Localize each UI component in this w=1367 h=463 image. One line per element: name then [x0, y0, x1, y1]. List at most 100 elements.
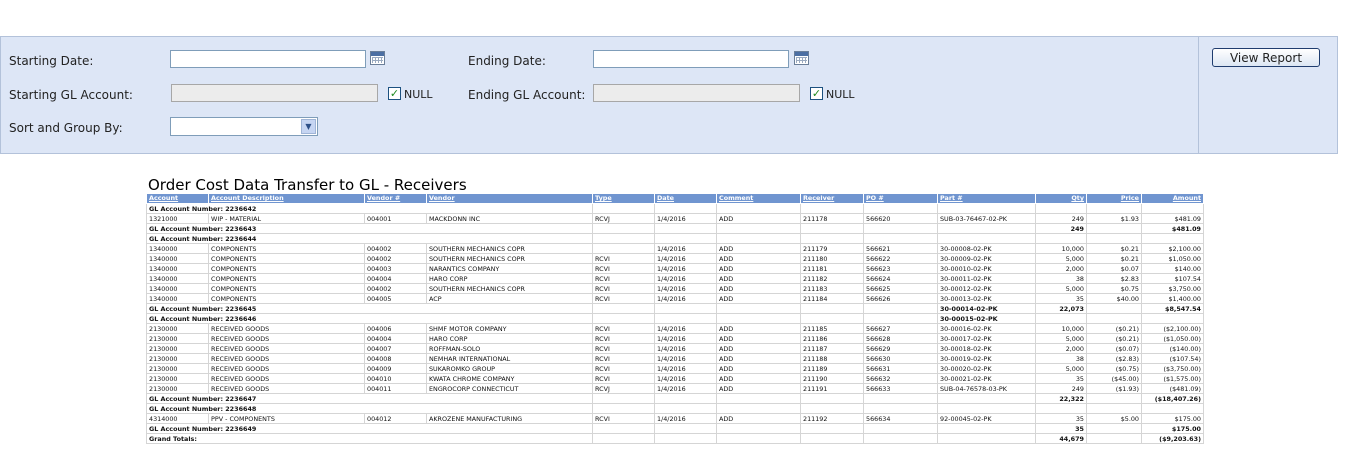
table-cell: 30-00020-02-PK: [937, 363, 1036, 374]
table-cell: 38: [1035, 353, 1087, 364]
table-cell: 2130000: [146, 373, 209, 384]
table-cell: 1/4/2016: [654, 273, 717, 284]
table-cell: ADD: [716, 263, 801, 274]
table-cell: RCVI: [592, 343, 655, 354]
ending-gl-account-label: Ending GL Account:: [468, 88, 586, 102]
chevron-down-icon[interactable]: ▼: [301, 119, 316, 134]
empty-cell: [863, 303, 938, 314]
table-cell: $0.21: [1086, 253, 1142, 264]
empty-cell: [654, 303, 717, 314]
empty-cell: [1086, 303, 1142, 314]
table-cell: RCVI: [592, 413, 655, 424]
column-header[interactable]: PO #: [863, 193, 938, 204]
table-cell: 004002: [364, 243, 427, 254]
view-report-button[interactable]: View Report: [1212, 48, 1320, 67]
subtotal-qty: 44,679: [1035, 433, 1087, 444]
report-body: GL Account Number: 2236642 1321000 WIP - M…: [146, 203, 1204, 444]
column-header[interactable]: Price: [1086, 193, 1142, 204]
table-cell: 1/4/2016: [654, 213, 717, 224]
table-cell: RCVI: [592, 273, 655, 284]
column-header[interactable]: Receiver: [800, 193, 864, 204]
ending-date-calendar-icon[interactable]: [794, 51, 809, 65]
empty-cell: [800, 313, 864, 324]
table-cell: ENGROCORP CONNECTICUT: [426, 383, 593, 394]
table-cell: 5,000: [1035, 253, 1087, 264]
column-header[interactable]: Vendor #: [364, 193, 427, 204]
table-cell: 004008: [364, 353, 427, 364]
table-cell: 566625: [863, 283, 938, 294]
table-cell: WIP - MATERIAL: [208, 213, 365, 224]
table-cell: $1,400.00: [1141, 293, 1204, 304]
column-header[interactable]: Account: [146, 193, 209, 204]
table-cell: 1340000: [146, 283, 209, 294]
table-cell: COMPONENTS: [208, 283, 365, 294]
subtotal-label: GL Account Number: 2236645: [146, 303, 593, 314]
table-row: 1340000 COMPONENTS 004002 SOUTHERN MECHANIC…: [146, 243, 1204, 254]
column-header[interactable]: Date: [654, 193, 717, 204]
table-cell: RECEIVED GOODS: [208, 373, 365, 384]
table-cell: RCVI: [592, 253, 655, 264]
table-cell: ADD: [716, 213, 801, 224]
starting-gl-account-input[interactable]: [171, 84, 378, 102]
ending-gl-null-checkbox[interactable]: ✓: [810, 87, 823, 100]
table-cell: 566631: [863, 363, 938, 374]
table-cell: COMPONENTS: [208, 293, 365, 304]
ending-gl-null-label: NULL: [826, 88, 855, 101]
subtotal-amount: $175.00: [1141, 423, 1204, 434]
table-cell: ($0.75): [1086, 363, 1142, 374]
table-cell: 211191: [800, 383, 864, 394]
empty-cell: [937, 203, 1036, 214]
table-cell: 004010: [364, 373, 427, 384]
table-cell: ADD: [716, 383, 801, 394]
table-cell: 211190: [800, 373, 864, 384]
group-header-row: GL Account Number: 2236648: [146, 403, 1204, 414]
table-row: 1340000 COMPONENTS 004004 HARO CORP RCVI 1/4/…: [146, 273, 1204, 284]
table-cell: 1/4/2016: [654, 343, 717, 354]
table-cell: COMPONENTS: [208, 273, 365, 284]
table-cell: 1/4/2016: [654, 383, 717, 394]
table-cell: 211180: [800, 253, 864, 264]
empty-cell: [1086, 403, 1142, 414]
table-cell: RCVI: [592, 263, 655, 274]
sort-group-select[interactable]: ▼: [170, 117, 318, 136]
table-row: 2130000 RECEIVED GOODS 004006 SHMF MOTOR CO…: [146, 323, 1204, 334]
table-cell: 1/4/2016: [654, 353, 717, 364]
column-header[interactable]: Part #: [937, 193, 1036, 204]
starting-date-input[interactable]: [170, 50, 366, 68]
table-cell: 566624: [863, 273, 938, 284]
starting-gl-null-checkbox[interactable]: ✓: [388, 87, 401, 100]
ending-gl-account-input[interactable]: [593, 84, 800, 102]
table-cell: $3,750.00: [1141, 283, 1204, 294]
table-cell: $481.09: [1141, 213, 1204, 224]
empty-cell: [654, 433, 717, 444]
empty-cell: [592, 223, 655, 234]
table-cell: 35: [1035, 373, 1087, 384]
table-cell: RECEIVED GOODS: [208, 383, 365, 394]
table-cell: 4314000: [146, 413, 209, 424]
table-cell: 1/4/2016: [654, 243, 717, 254]
column-header[interactable]: Vendor: [426, 193, 593, 204]
sort-group-label: Sort and Group By:: [9, 121, 123, 135]
column-header[interactable]: Account Description: [208, 193, 365, 204]
empty-cell: [863, 203, 938, 214]
table-cell: RECEIVED GOODS: [208, 353, 365, 364]
table-cell: 30-00011-02-PK: [937, 273, 1036, 284]
column-header[interactable]: Type: [592, 193, 655, 204]
table-cell: SHMF MOTOR COMPANY: [426, 323, 593, 334]
table-cell: 1/4/2016: [654, 373, 717, 384]
column-header[interactable]: Amount: [1141, 193, 1204, 204]
subtotal-row: GL Account Number: 2236649 35 $175.00: [146, 423, 1204, 434]
table-cell: SOUTHERN MECHANICS COPR: [426, 283, 593, 294]
ending-date-input[interactable]: [593, 50, 789, 68]
starting-date-calendar-icon[interactable]: [370, 51, 385, 65]
empty-cell: [1086, 223, 1142, 234]
table-cell: HARO CORP: [426, 333, 593, 344]
column-header[interactable]: Qty: [1035, 193, 1087, 204]
table-cell: ($2.83): [1086, 353, 1142, 364]
table-cell: 004004: [364, 333, 427, 344]
empty-cell: [863, 433, 938, 444]
column-header[interactable]: Comment: [716, 193, 801, 204]
table-cell: 1/4/2016: [654, 283, 717, 294]
empty-cell: [800, 303, 864, 314]
table-cell: ($107.54): [1141, 353, 1204, 364]
